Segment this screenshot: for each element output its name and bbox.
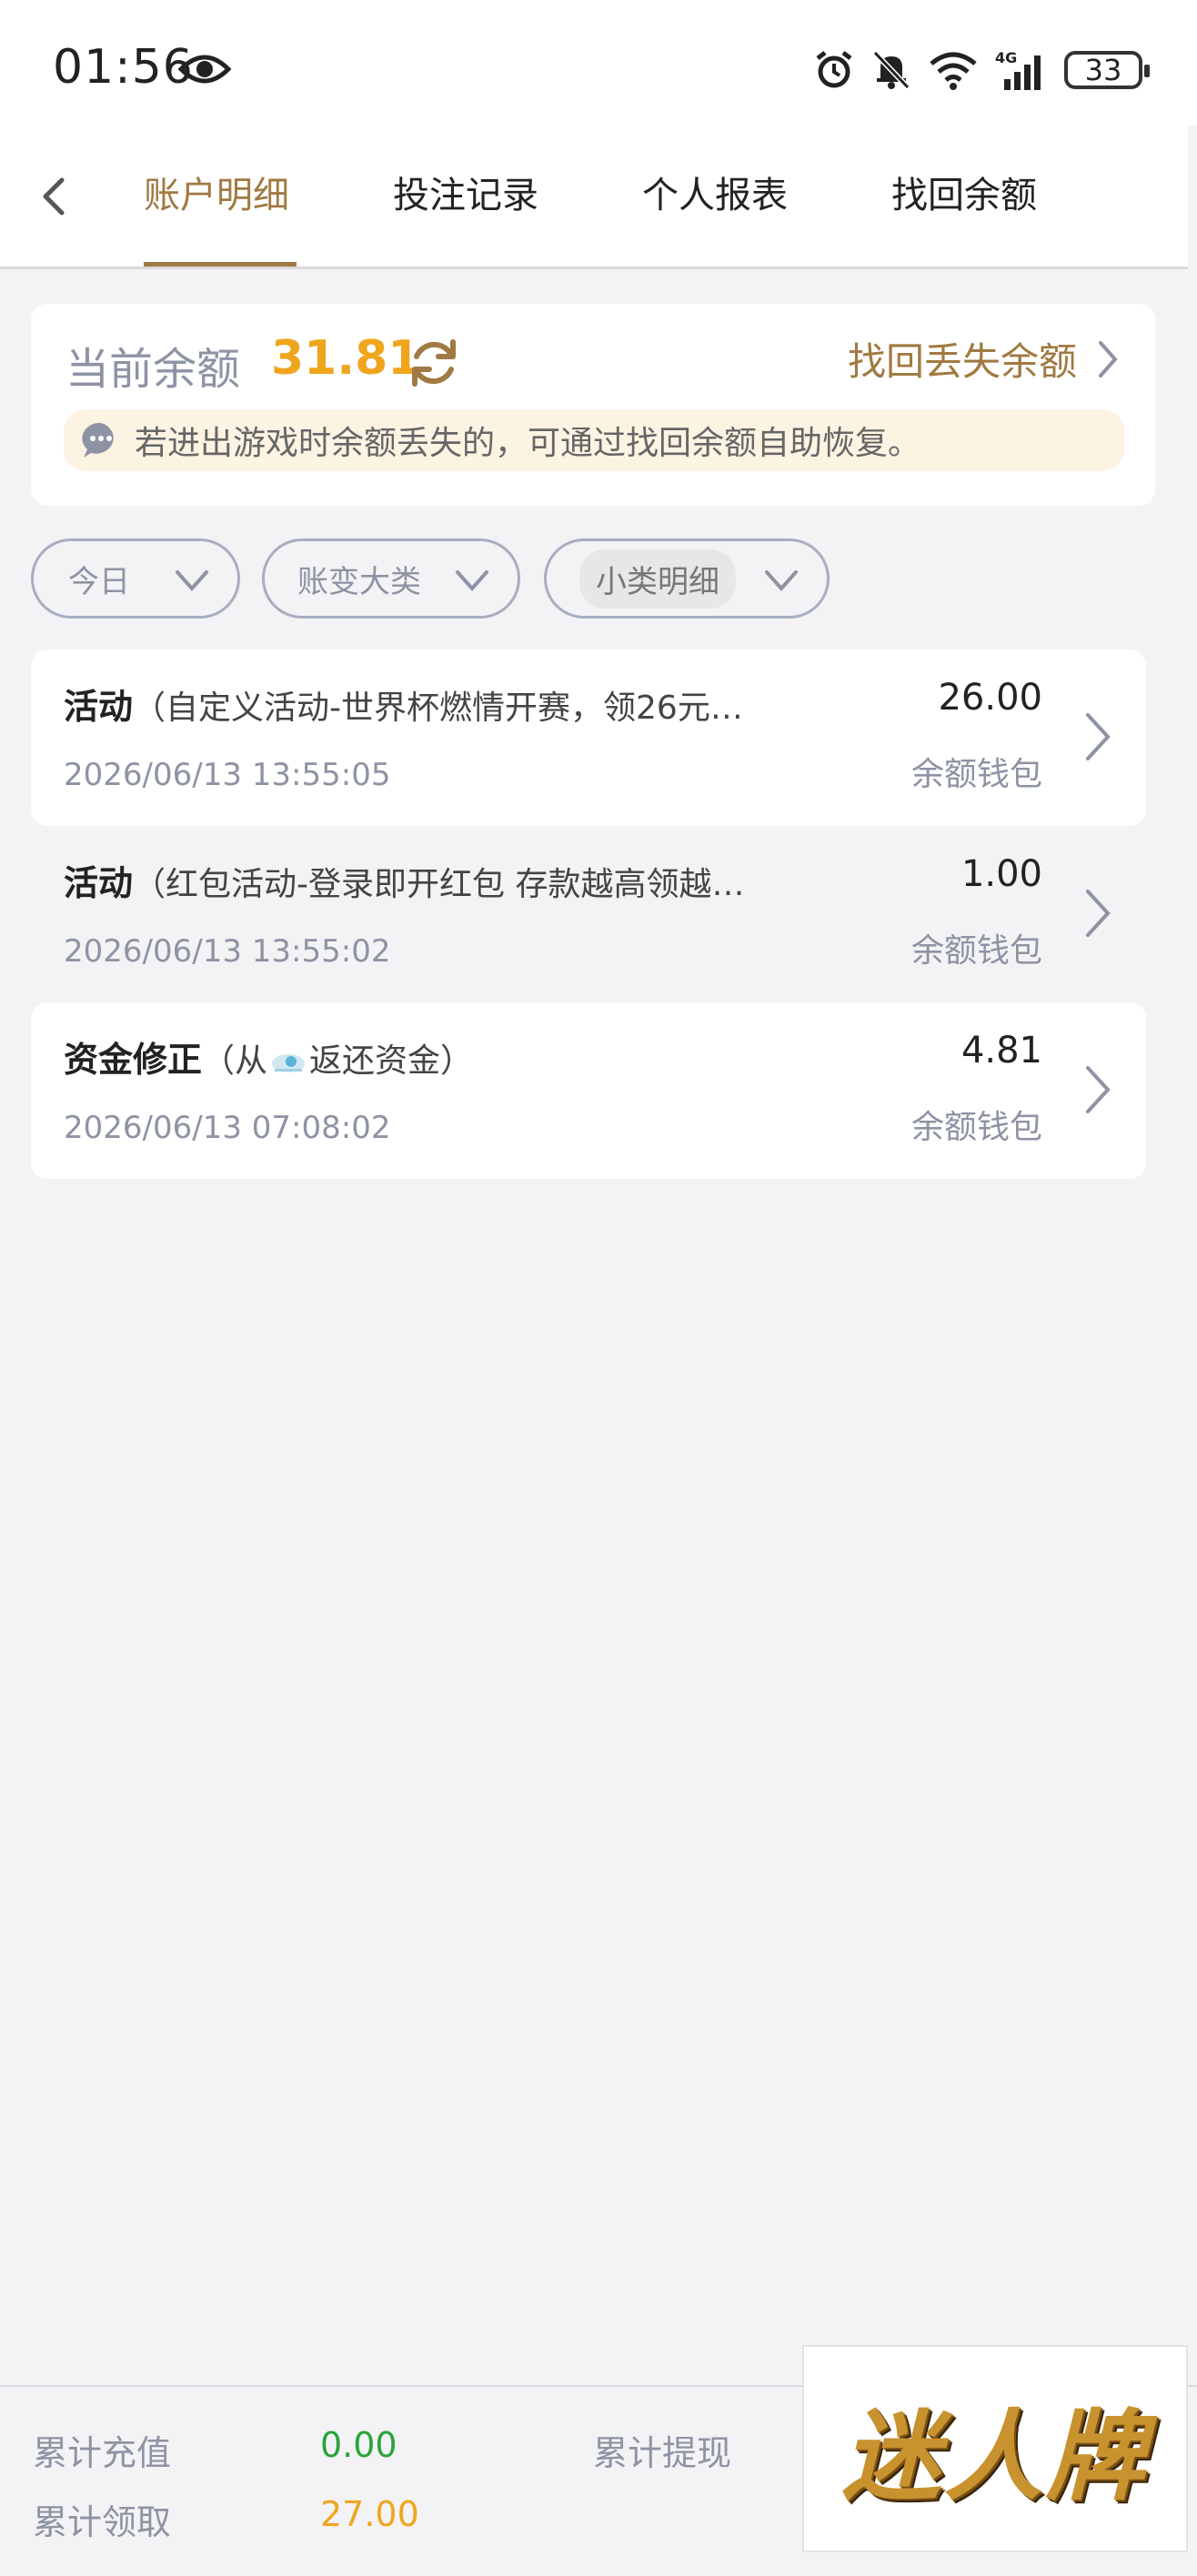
record-type: 资金修正: [64, 1040, 203, 1080]
signal-4g-icon: 4G: [995, 49, 1041, 90]
record-amount: 1.00: [961, 853, 1042, 895]
filter-category-label: 账变大类: [297, 563, 421, 600]
status-bar: 01:56 4G 33: [0, 0, 1197, 126]
status-time: 01:56: [53, 40, 194, 95]
chat-bubble-icon: [82, 422, 114, 458]
eye-icon: [178, 55, 231, 84]
list-item[interactable]: 资金修正（从 返还资金） 2026/06/13 07:08:02 4.81 余额…: [31, 1002, 1146, 1179]
record-amount: 26.00: [938, 677, 1042, 719]
record-wallet: 余额钱包: [910, 1109, 1042, 1146]
logo-text: 迷人牌: [841, 2400, 1148, 2514]
record-amount: 4.81: [961, 1030, 1042, 1072]
filter-subcategory-label: 小类明细: [579, 548, 736, 609]
record-detail-prefix: （从: [202, 1042, 268, 1080]
back-arrow-icon[interactable]: [31, 169, 76, 224]
status-icons: 4G 33: [813, 47, 1150, 93]
total-deposit-value: 0.00: [320, 2425, 397, 2465]
watermark-logo: 迷人牌: [802, 2345, 1188, 2552]
chevron-down-icon: [765, 570, 798, 592]
chevron-right-icon: [1099, 340, 1118, 377]
chevron-right-icon: [1086, 1066, 1111, 1113]
record-detail: （自定义活动-世界杯燃情开赛，领26元…: [133, 689, 743, 727]
filter-date-label: 今日: [68, 563, 130, 600]
balance-value: 31.81: [271, 331, 421, 386]
record-date: 2026/06/13 07:08:02: [64, 1110, 391, 1146]
balance-label: 当前余额: [65, 344, 241, 395]
filter-category[interactable]: 账变大类: [262, 538, 520, 619]
wifi-icon: [930, 52, 977, 90]
tab-bet-records[interactable]: 投注记录: [393, 166, 538, 269]
record-title: 资金修正（从 返还资金）: [64, 1031, 773, 1082]
active-tab-indicator: [144, 262, 297, 267]
recover-lost-balance-link[interactable]: 找回丢失余额: [848, 331, 1119, 387]
tab-account-details[interactable]: 账户明细: [144, 166, 289, 269]
svg-text:4G: 4G: [995, 49, 1017, 66]
refresh-icon[interactable]: [406, 335, 462, 391]
tab-recover-balance[interactable]: 找回余额: [891, 166, 1037, 269]
chevron-down-icon: [456, 570, 488, 592]
record-detail-suffix: 返还资金）: [309, 1042, 474, 1080]
record-title: 活动（自定义活动-世界杯燃情开赛，领26元…: [64, 679, 773, 729]
alarm-icon: [816, 51, 852, 88]
chevron-right-icon: [1086, 890, 1111, 937]
recover-lost-balance-label: 找回丢失余额: [847, 339, 1077, 384]
top-navigation: 账户明细 投注记录 个人报表 找回余额: [0, 126, 1188, 269]
record-wallet: 余额钱包: [910, 756, 1042, 793]
tab-personal-report[interactable]: 个人报表: [642, 166, 788, 269]
record-detail: （红包活动-登录即开红包 存款越高领越…: [133, 866, 745, 903]
record-title: 活动（红包活动-登录即开红包 存款越高领越…: [64, 855, 773, 905]
total-withdraw-label: 累计提现: [593, 2433, 732, 2473]
chevron-down-icon: [176, 570, 208, 592]
total-deposit-label: 累计充值: [33, 2433, 172, 2473]
list-item[interactable]: 活动（红包活动-登录即开红包 存款越高领越… 2026/06/13 13:55:…: [31, 826, 1146, 1002]
record-date: 2026/06/13 13:55:05: [64, 757, 391, 793]
record-type: 活动: [64, 687, 134, 727]
mute-bell-icon: [872, 50, 910, 90]
game-provider-logo-icon: [272, 1054, 306, 1072]
record-wallet: 余额钱包: [910, 932, 1042, 970]
battery-indicator: 33: [1064, 51, 1150, 89]
notice-text: 若进出游戏时余额丢失的，可通过找回余额自助恢复。: [135, 425, 921, 462]
filter-subcategory[interactable]: 小类明细: [544, 538, 830, 619]
record-date: 2026/06/13 13:55:02: [64, 933, 391, 970]
chevron-right-icon: [1086, 713, 1111, 760]
total-claim-value: 27.00: [320, 2494, 419, 2534]
list-item[interactable]: 活动（自定义活动-世界杯燃情开赛，领26元… 2026/06/13 13:55:…: [31, 649, 1146, 826]
recover-notice: 若进出游戏时余额丢失的，可通过找回余额自助恢复。: [64, 409, 1124, 471]
record-type: 活动: [64, 863, 134, 903]
total-claim-label: 累计领取: [33, 2502, 172, 2542]
filter-date[interactable]: 今日: [31, 538, 240, 619]
balance-card: 当前余额 31.81 找回丢失余额 若进出游戏时余额丢失的，可通过找回余额自助恢…: [31, 304, 1155, 506]
